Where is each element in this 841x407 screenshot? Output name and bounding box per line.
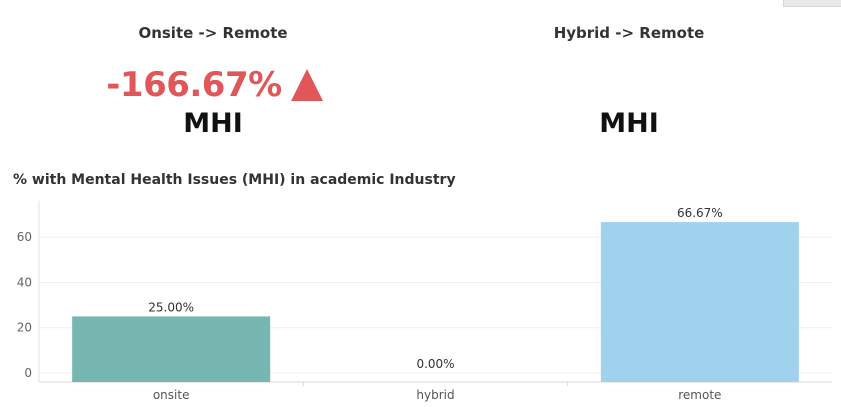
- kpi-value-row: -166.67%: [60, 60, 370, 110]
- bar-chart: 0 20 40 60 25.00% onsite 0.00% hybrid 66.67% remo…: [17, 201, 832, 402]
- x-tick-label: remote: [678, 388, 721, 402]
- data-label-remote: 66.67%: [677, 206, 723, 220]
- x-tick-label: hybrid: [416, 388, 454, 402]
- y-tick-label: 0: [24, 366, 32, 380]
- data-label-hybrid: 0.00%: [416, 357, 454, 371]
- chart-title: % with Mental Health Issues (MHI) in aca…: [13, 172, 456, 188]
- up-triangle-icon: [290, 69, 323, 101]
- kpi-value-onsite-remote: -166.67%: [106, 65, 282, 105]
- kpi-title-onsite-remote: Onsite -> Remote: [138, 24, 288, 42]
- y-tick-label: 20: [17, 321, 32, 335]
- kpi-title-hybrid-remote: Hybrid -> Remote: [553, 24, 705, 42]
- corner-tab[interactable]: [783, 0, 841, 7]
- bar-remote: [600, 222, 799, 382]
- kpi-metric-hybrid-remote: MHI: [599, 108, 659, 139]
- data-label-onsite: 25.00%: [148, 300, 194, 314]
- y-tick-label: 60: [17, 230, 32, 244]
- kpi-metric-onsite-remote: MHI: [183, 108, 243, 139]
- y-tick-label: 40: [17, 275, 32, 289]
- x-tick-label: onsite: [153, 388, 190, 402]
- bar-onsite: [72, 316, 271, 382]
